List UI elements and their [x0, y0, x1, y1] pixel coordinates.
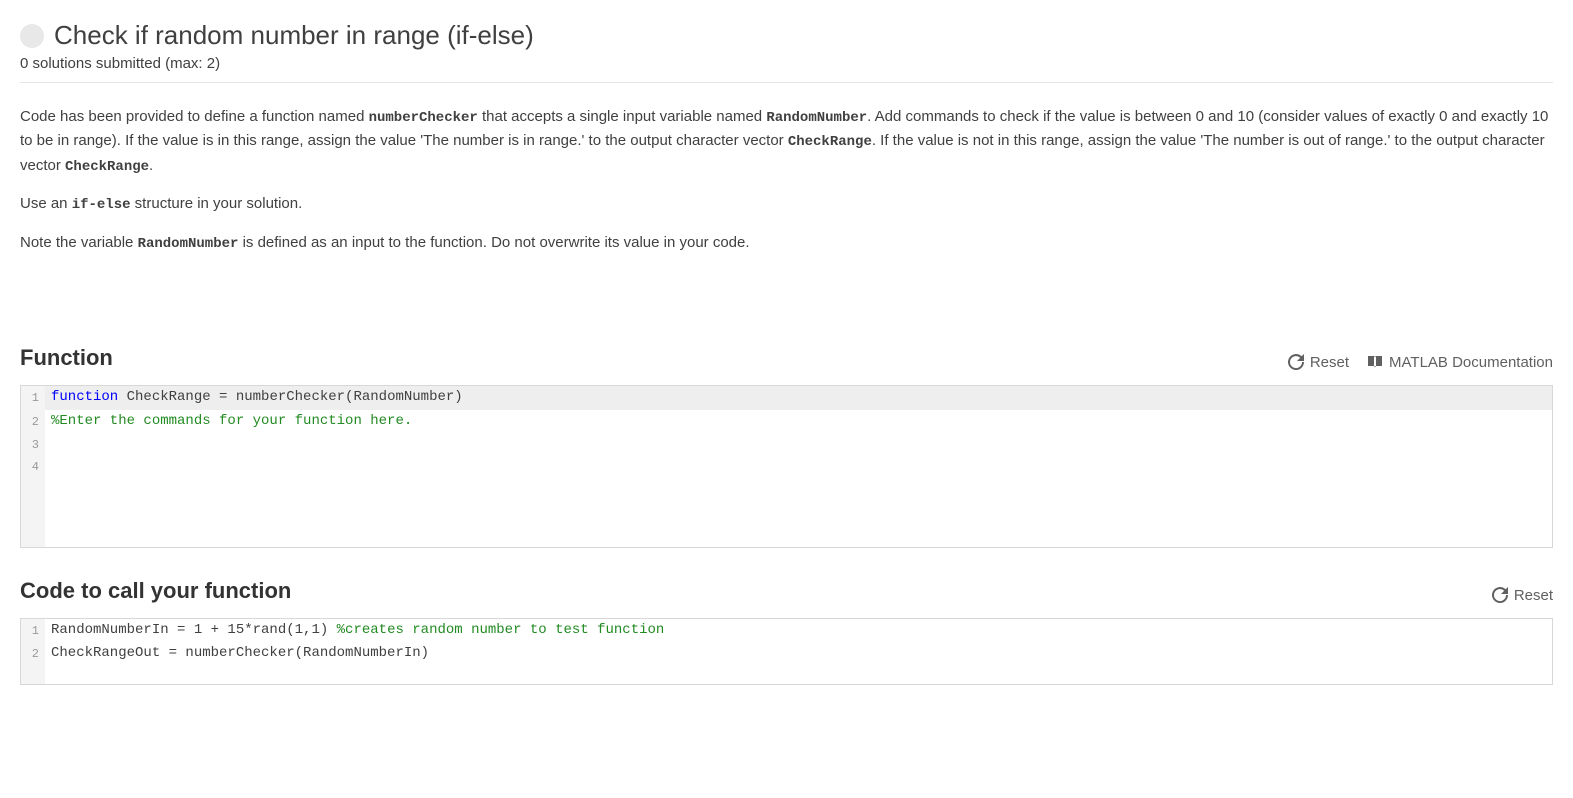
code-content[interactable] — [45, 433, 1552, 455]
code-term: RandomNumber — [138, 236, 239, 252]
reset-button[interactable]: Reset — [1288, 354, 1349, 371]
function-editor[interactable]: 1 function CheckRange = numberChecker(Ra… — [20, 385, 1553, 548]
description-paragraph-2: Use an if-else structure in your solutio… — [20, 192, 1553, 216]
code-line[interactable]: 2 CheckRangeOut = numberChecker(RandomNu… — [21, 642, 1552, 666]
code-content[interactable]: CheckRangeOut = numberChecker(RandomNumb… — [45, 642, 1552, 666]
reset-label: Reset — [1310, 354, 1349, 371]
code-content[interactable]: function CheckRange = numberChecker(Rand… — [45, 386, 1552, 410]
call-section-header: Code to call your function Reset — [20, 578, 1553, 604]
code-term: RandomNumber — [766, 110, 867, 126]
code-content[interactable] — [45, 455, 1552, 477]
code-line[interactable]: 1 RandomNumberIn = 1 + 15*rand(1,1) %cre… — [21, 619, 1552, 643]
function-toolbar: Reset MATLAB Documentation — [1288, 354, 1553, 371]
matlab-doc-link[interactable]: MATLAB Documentation — [1367, 354, 1553, 371]
submission-count: 0 solutions submitted (max: 2) — [20, 55, 1553, 72]
code-line[interactable]: 3 — [21, 433, 1552, 455]
reset-button[interactable]: Reset — [1492, 587, 1553, 604]
line-number: 2 — [21, 642, 45, 666]
matlab-doc-label: MATLAB Documentation — [1389, 354, 1553, 371]
code-term: CheckRange — [788, 134, 872, 150]
code-content[interactable]: RandomNumberIn = 1 + 15*rand(1,1) %creat… — [45, 619, 1552, 643]
line-number: 3 — [21, 433, 45, 455]
code-content[interactable]: %Enter the commands for your function he… — [45, 410, 1552, 434]
reset-label: Reset — [1514, 587, 1553, 604]
editor-filler[interactable] — [21, 477, 1552, 547]
problem-description: Code has been provided to define a funct… — [20, 105, 1553, 255]
call-editor[interactable]: 1 RandomNumberIn = 1 + 15*rand(1,1) %cre… — [20, 618, 1553, 685]
line-number: 2 — [21, 410, 45, 434]
book-icon — [1367, 354, 1383, 370]
line-number: 1 — [21, 386, 45, 410]
code-term: CheckRange — [65, 159, 149, 175]
function-section-header: Function Reset MATLAB Documentation — [20, 345, 1553, 371]
line-number: 1 — [21, 619, 45, 643]
code-line[interactable]: 4 — [21, 455, 1552, 477]
code-term: if-else — [72, 197, 131, 213]
call-toolbar: Reset — [1492, 587, 1553, 604]
call-section-title: Code to call your function — [20, 578, 291, 604]
problem-header: Check if random number in range (if-else… — [20, 20, 1553, 51]
line-number: 4 — [21, 455, 45, 477]
status-indicator — [20, 24, 44, 48]
code-line[interactable]: 1 function CheckRange = numberChecker(Ra… — [21, 386, 1552, 410]
reset-icon — [1288, 354, 1304, 370]
description-paragraph-3: Note the variable RandomNumber is define… — [20, 231, 1553, 255]
editor-filler[interactable] — [21, 666, 1552, 684]
header-divider — [20, 82, 1553, 83]
code-line[interactable]: 2 %Enter the commands for your function … — [21, 410, 1552, 434]
description-paragraph-1: Code has been provided to define a funct… — [20, 105, 1553, 178]
problem-title: Check if random number in range (if-else… — [54, 20, 534, 51]
function-section-title: Function — [20, 345, 113, 371]
code-term: numberChecker — [369, 110, 478, 126]
reset-icon — [1492, 587, 1508, 603]
